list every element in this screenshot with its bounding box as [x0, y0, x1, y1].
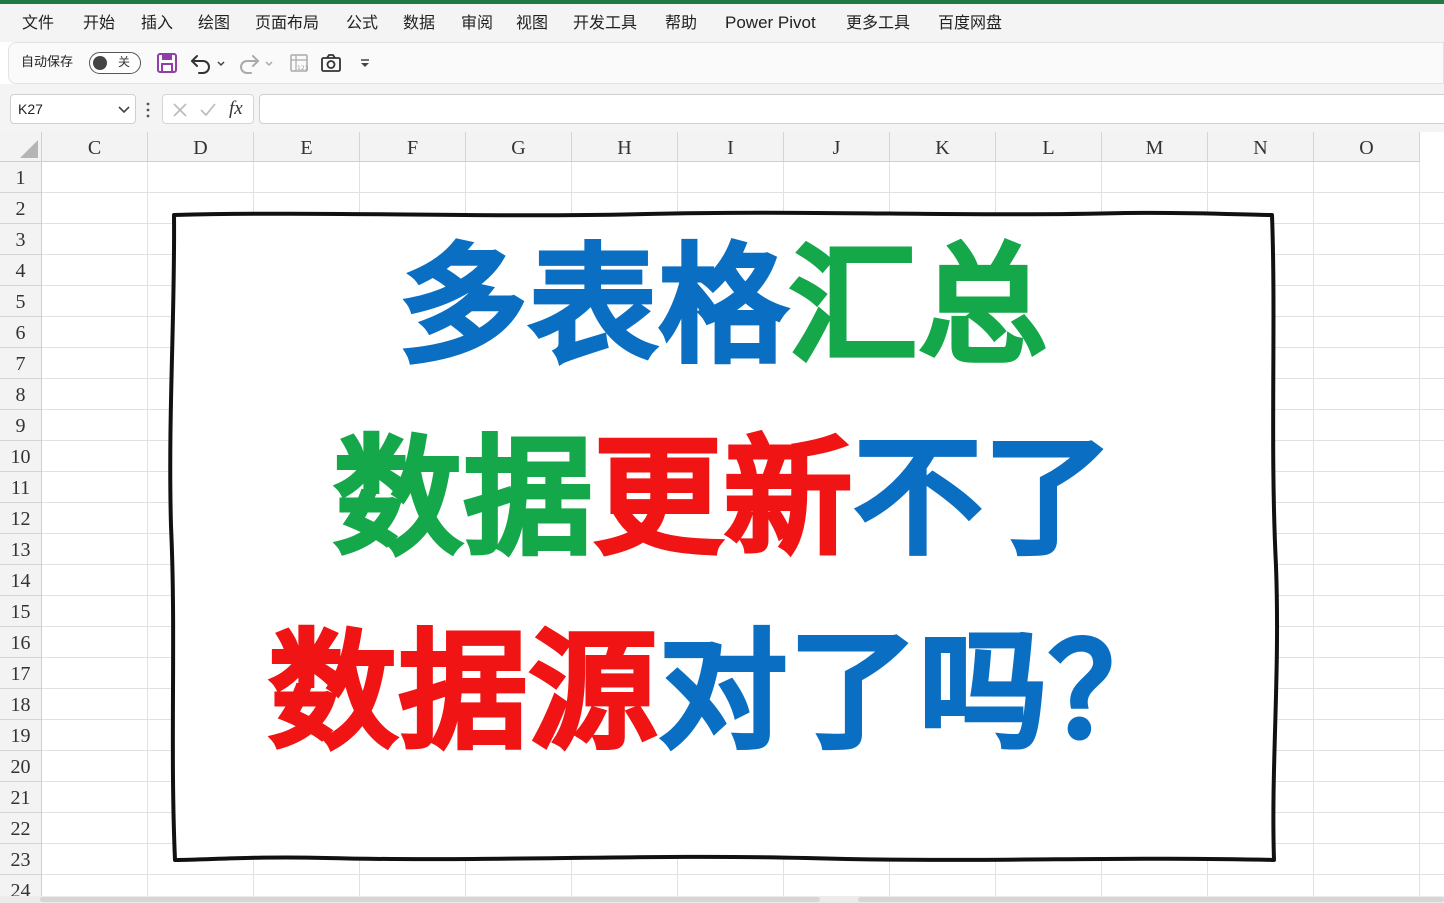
- column-header-l[interactable]: L: [996, 132, 1102, 162]
- autosave-state: 关: [118, 55, 131, 69]
- customize-toolbar-icon[interactable]: [357, 51, 373, 75]
- menu-baidu-netdisk[interactable]: 百度网盘: [938, 4, 1002, 42]
- formula-input[interactable]: [259, 94, 1444, 124]
- row-header-11[interactable]: 11: [0, 472, 42, 503]
- banner-text-segment: 数据: [332, 423, 594, 575]
- column-header-i[interactable]: I: [678, 132, 784, 162]
- insert-function-button[interactable]: fx: [229, 98, 243, 120]
- name-box-value: K27: [18, 101, 43, 117]
- menu-review[interactable]: 审阅: [461, 4, 493, 42]
- redo-dropdown-icon[interactable]: [263, 51, 275, 75]
- column-header-n[interactable]: N: [1208, 132, 1314, 162]
- row-header-19[interactable]: 19: [0, 720, 42, 751]
- undo-dropdown-icon[interactable]: [215, 51, 227, 75]
- menu-developer[interactable]: 开发工具: [573, 4, 637, 42]
- row-header-4[interactable]: 4: [0, 255, 42, 286]
- row-header-16[interactable]: 16: [0, 627, 42, 658]
- scrollbar-thumb[interactable]: [858, 897, 1444, 902]
- row-header-12[interactable]: 12: [0, 503, 42, 534]
- autosave-toggle[interactable]: 关: [89, 52, 141, 74]
- enter-check-icon[interactable]: [199, 101, 217, 119]
- column-header-c[interactable]: C: [42, 132, 148, 162]
- row-header-23[interactable]: 23: [0, 844, 42, 875]
- column-header-j[interactable]: J: [784, 132, 890, 162]
- save-icon[interactable]: [155, 51, 179, 75]
- name-box[interactable]: K27: [10, 94, 136, 124]
- cancel-icon[interactable]: [171, 101, 189, 119]
- autosave-label: 自动保存: [21, 55, 74, 70]
- menu-help[interactable]: 帮助: [665, 4, 697, 42]
- select-all-button[interactable]: [0, 132, 42, 162]
- row-header-20[interactable]: 20: [0, 751, 42, 782]
- vertical-dots-icon[interactable]: [145, 100, 151, 120]
- toggle-knob: [93, 56, 107, 70]
- camera-icon[interactable]: [319, 51, 343, 75]
- menu-page-layout[interactable]: 页面布局: [255, 4, 319, 42]
- svg-text:123: 123: [297, 65, 309, 72]
- banner-line-1: 多表格汇总: [166, 231, 1282, 383]
- row-header-21[interactable]: 21: [0, 782, 42, 813]
- banner-text-segment: 汇总: [787, 231, 1050, 383]
- select-all-icon: [20, 140, 38, 158]
- title-banner: 多表格汇总 数据更新不了 数据源对了吗？: [166, 206, 1282, 870]
- menu-formulas[interactable]: 公式: [346, 4, 378, 42]
- formula-actions: fx: [162, 94, 254, 124]
- row-header-7[interactable]: 7: [0, 348, 42, 379]
- row-header-15[interactable]: 15: [0, 596, 42, 627]
- row-header-18[interactable]: 18: [0, 689, 42, 720]
- row-header-1[interactable]: 1: [0, 162, 42, 193]
- menu-insert[interactable]: 插入: [141, 4, 173, 42]
- row-header-2[interactable]: 2: [0, 193, 42, 224]
- column-header-e[interactable]: E: [254, 132, 360, 162]
- redo-icon[interactable]: [237, 51, 261, 75]
- horizontal-scrollbar[interactable]: [0, 896, 1444, 903]
- undo-icon[interactable]: [189, 51, 213, 75]
- ribbon-menu-bar: 文件 开始 插入 绘图 页面布局 公式 数据 审阅 视图 开发工具 帮助 Pow…: [0, 4, 1444, 42]
- banner-line-3: 数据源对了吗？: [166, 617, 1282, 769]
- banner-text-segment: 不了: [852, 423, 1115, 575]
- row-header-17[interactable]: 17: [0, 658, 42, 689]
- menu-data[interactable]: 数据: [403, 4, 435, 42]
- banner-text-segment: 更新: [592, 423, 854, 575]
- menu-home[interactable]: 开始: [83, 4, 115, 42]
- menu-power-pivot[interactable]: Power Pivot: [725, 4, 816, 42]
- column-header-d[interactable]: D: [148, 132, 254, 162]
- row-header-13[interactable]: 13: [0, 534, 42, 565]
- sheet-tabs-area[interactable]: [40, 897, 820, 902]
- column-header-h[interactable]: H: [572, 132, 678, 162]
- banner-text-segment: 数据源: [267, 617, 659, 769]
- row-header-5[interactable]: 5: [0, 286, 42, 317]
- menu-draw[interactable]: 绘图: [198, 4, 230, 42]
- row-header-22[interactable]: 22: [0, 813, 42, 844]
- column-header-m[interactable]: M: [1102, 132, 1208, 162]
- chevron-down-icon[interactable]: [117, 102, 131, 116]
- row-header-3[interactable]: 3: [0, 224, 42, 255]
- column-header-k[interactable]: K: [890, 132, 996, 162]
- formula-bar: K27 fx: [0, 84, 1444, 132]
- row-header-14[interactable]: 14: [0, 565, 42, 596]
- banner-text-segment: 对了吗？: [657, 617, 1180, 769]
- column-header-o[interactable]: O: [1314, 132, 1420, 162]
- menu-view[interactable]: 视图: [516, 4, 548, 42]
- row-header-24[interactable]: 24: [0, 875, 42, 897]
- banner-text-segment: 多表格: [397, 231, 789, 383]
- menu-file[interactable]: 文件: [22, 4, 54, 42]
- banner-line-2: 数据更新不了: [166, 423, 1282, 575]
- quick-access-toolbar: 自动保存 关 123: [8, 42, 1444, 84]
- menu-more-tools[interactable]: 更多工具: [846, 4, 910, 42]
- column-header-f[interactable]: F: [360, 132, 466, 162]
- column-header-g[interactable]: G: [466, 132, 572, 162]
- row-header-6[interactable]: 6: [0, 317, 42, 348]
- row-header-8[interactable]: 8: [0, 379, 42, 410]
- row-header-9[interactable]: 9: [0, 410, 42, 441]
- number-format-icon[interactable]: 123: [287, 51, 311, 75]
- row-header-10[interactable]: 10: [0, 441, 42, 472]
